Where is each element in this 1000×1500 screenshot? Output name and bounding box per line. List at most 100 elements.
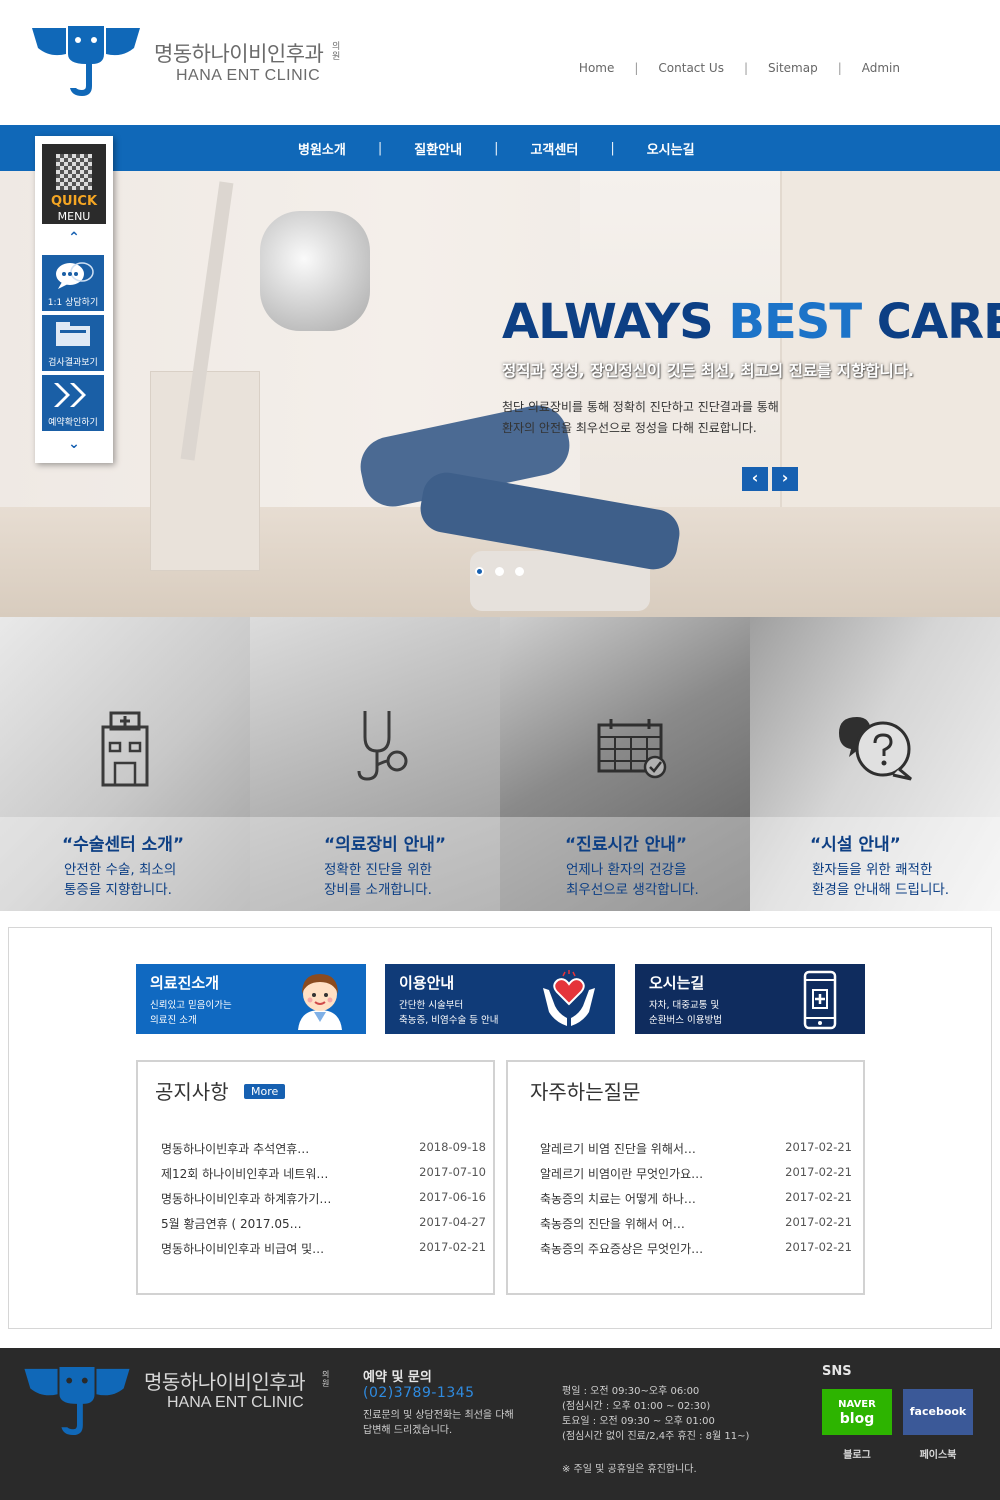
quick-menu-header: QUICK MENU — [42, 144, 106, 224]
quick-menu: QUICK MENU ⌃ 1:1 상담하기 검사결과보기 예약확인하기 ⌄ — [35, 136, 113, 463]
contact-phone[interactable]: (02)3789-1345 — [363, 1385, 475, 1401]
hero-title-part: CARE — [861, 294, 1000, 350]
util-link-contact[interactable]: Contact Us — [658, 61, 724, 75]
feature-description: 환자들을 위한 쾌적한 환경을 안내해 드립니다. — [812, 862, 950, 898]
naver-label[interactable]: 블로그 — [822, 1446, 892, 1461]
slider-dot[interactable] — [515, 567, 524, 576]
nav-item-about[interactable]: 병원소개 — [298, 139, 346, 158]
slider-dot-active[interactable] — [475, 567, 484, 576]
chevron-up-icon[interactable]: ⌃ — [35, 230, 113, 246]
list-item[interactable]: 알레르기 비염이란 무엇인가요… 2017-02-21 — [540, 1161, 852, 1186]
sns-title: SNS — [822, 1364, 852, 1379]
hero-subtitle: 정직과 정성, 장인정신이 깃든 최선, 최고의 진료를 지향합니다. — [502, 362, 914, 380]
feature-facilities[interactable]: “시설 안내” 환자들을 위한 쾌적한 환경을 안내해 드립니다. — [750, 617, 1000, 911]
hero-background — [150, 371, 260, 571]
logo-suffix: 의원 — [332, 42, 341, 62]
checker-icon — [56, 154, 92, 190]
item-date: 2017-07-10 — [419, 1165, 486, 1179]
slider-dot[interactable] — [495, 567, 504, 576]
list-item[interactable]: 명동하나이빈후과 추석연휴… 2018-09-18 — [161, 1136, 486, 1161]
banner-guide[interactable]: 이용안내 간단한 시술부터 축농증, 비염수술 등 안내 — [385, 964, 615, 1034]
utility-nav: Home | Contact Us | Sitemap | Admin — [579, 61, 900, 75]
quick-menu-subtitle: MENU — [57, 210, 91, 223]
chevron-right-icon: › — [781, 468, 789, 487]
item-date: 2017-06-16 — [419, 1190, 486, 1204]
item-date: 2017-02-21 — [785, 1240, 852, 1254]
board-title: 자주하는질문 — [530, 1080, 641, 1104]
item-date: 2017-02-21 — [785, 1190, 852, 1204]
util-link-sitemap[interactable]: Sitemap — [768, 61, 818, 75]
divider: | — [743, 61, 748, 75]
banner-title: 이용안내 — [399, 974, 455, 992]
quick-item-reservation[interactable]: 예약확인하기 — [42, 375, 104, 431]
list-item[interactable]: 축농증의 주요증상은 무엇인가… 2017-02-21 — [540, 1236, 852, 1261]
util-link-admin[interactable]: Admin — [862, 61, 900, 75]
chevron-left-icon: ‹ — [751, 468, 759, 487]
quick-item-consult[interactable]: 1:1 상담하기 — [42, 255, 104, 311]
item-title: 알레르기 비염 진단을 위해서… — [540, 1142, 696, 1156]
stethoscope-icon — [357, 711, 408, 781]
list-item[interactable]: 축농증의 치료는 어떻게 하나… 2017-02-21 — [540, 1186, 852, 1211]
logo-korean-name[interactable]: 명동하나이비인후과 — [154, 38, 324, 68]
notice-board: 공지사항 More 명동하나이빈후과 추석연휴… 2018-09-18 제12회 … — [136, 1060, 495, 1295]
item-title: 5월 황금연휴 ( 2017.05… — [161, 1217, 302, 1231]
question-bubble-icon — [839, 717, 912, 781]
nav-item-diseases[interactable]: 질환안내 — [414, 139, 462, 158]
elephant-logo-icon[interactable] — [30, 24, 142, 98]
quick-item-label: 예약확인하기 — [48, 418, 98, 428]
item-date: 2017-02-21 — [785, 1215, 852, 1229]
contact-title: 예약 및 문의 — [363, 1370, 432, 1385]
hero-description: 첨단 의료장비를 통해 정확히 진단하고 진단결과를 통해 환자의 안전을 최우… — [502, 400, 779, 435]
slider-prev-button[interactable]: ‹ — [742, 467, 768, 491]
quick-item-label: 1:1 상담하기 — [47, 298, 99, 308]
banner-directions[interactable]: 오시는길 자차, 대중교통 및 순환버스 이용방법 — [635, 964, 865, 1034]
facebook-label[interactable]: 페이스북 — [903, 1446, 973, 1461]
item-title: 제12회 하나이비인후과 네트워… — [161, 1167, 329, 1181]
list-item[interactable]: 명동하나이비인후과 하계휴가기… 2017-06-16 — [161, 1186, 486, 1211]
board-title: 공지사항 — [155, 1080, 229, 1104]
logo-english-name[interactable]: HANA ENT CLINIC — [176, 67, 320, 85]
site-header: 명동하나이비인후과 의원 HANA ENT CLINIC Home | Cont… — [0, 0, 1000, 125]
util-link-home[interactable]: Home — [579, 61, 614, 75]
item-title: 축농증의 진단을 위해서 어… — [540, 1217, 685, 1231]
item-title: 명동하나이비인후과 하계휴가기… — [161, 1192, 332, 1206]
folder-icon — [56, 322, 90, 346]
list-item[interactable]: 축농증의 진단을 위해서 어… 2017-02-21 — [540, 1211, 852, 1236]
list-item[interactable]: 알레르기 비염 진단을 위해서… 2017-02-21 — [540, 1136, 852, 1161]
feature-surgery-center[interactable]: “수술센터 소개” 안전한 수술, 최소의 통증을 지향합니다. — [0, 617, 250, 911]
item-date: 2018-09-18 — [419, 1140, 486, 1154]
naver-logo-text: blog — [839, 1411, 875, 1427]
feature-equipment[interactable]: “의료장비 안내” 정확한 진단을 위한 장비를 소개합니다. — [250, 617, 500, 911]
list-item[interactable]: 명동하나이비인후과 비급여 및… 2017-02-21 — [161, 1236, 486, 1261]
doctor-icon — [298, 974, 342, 1030]
item-date: 2017-04-27 — [419, 1215, 486, 1229]
divider: | — [837, 61, 842, 75]
list-item[interactable]: 5월 황금연휴 ( 2017.05… 2017-04-27 — [161, 1211, 486, 1236]
naver-blog-button[interactable]: NAVER blog — [822, 1389, 892, 1435]
nav-item-customer-center[interactable]: 고객센터 — [530, 139, 578, 158]
item-date: 2017-02-21 — [785, 1165, 852, 1179]
item-title: 축농증의 주요증상은 무엇인가… — [540, 1242, 704, 1256]
facebook-logo-text: facebook — [909, 1405, 967, 1418]
content-box: 의료진소개 신뢰있고 믿음이가는 의료진 소개 이용안내 간단한 시술부터 축농… — [8, 927, 992, 1329]
more-button[interactable]: More — [244, 1084, 286, 1099]
feature-hours[interactable]: “진료시간 안내” 언제나 환자의 건강을 최우선으로 생각합니다. — [500, 617, 750, 911]
quick-item-label: 검사결과보기 — [48, 358, 98, 368]
chevron-down-icon[interactable]: ⌄ — [35, 436, 113, 452]
list-item[interactable]: 제12회 하나이비인후과 네트워… 2017-07-10 — [161, 1161, 486, 1186]
footer-logo-suffix: 의원 — [322, 1370, 330, 1388]
quick-item-results[interactable]: 검사결과보기 — [42, 315, 104, 371]
slider-next-button[interactable]: › — [772, 467, 798, 491]
naver-logo-text: NAVER — [838, 1399, 876, 1410]
banner-doctors[interactable]: 의료진소개 신뢰있고 믿음이가는 의료진 소개 — [136, 964, 366, 1034]
item-title: 명동하나이비인후과 비급여 및… — [161, 1242, 325, 1256]
heart-hands-icon — [543, 970, 595, 1026]
nav-item-directions[interactable]: 오시는길 — [647, 139, 695, 158]
faq-board: 자주하는질문 알레르기 비염 진단을 위해서… 2017-02-21 알레르기 비… — [506, 1060, 865, 1295]
facebook-button[interactable]: facebook — [903, 1389, 973, 1435]
feature-description: 정확한 진단을 위한 장비를 소개합니다. — [324, 862, 432, 898]
elephant-logo-icon[interactable] — [22, 1365, 132, 1437]
hospital-icon — [101, 711, 149, 787]
item-title: 축농증의 치료는 어떻게 하나… — [540, 1192, 696, 1206]
main-nav: 병원소개 | 질환안내 | 고객센터 | 오시는길 — [0, 125, 1000, 171]
